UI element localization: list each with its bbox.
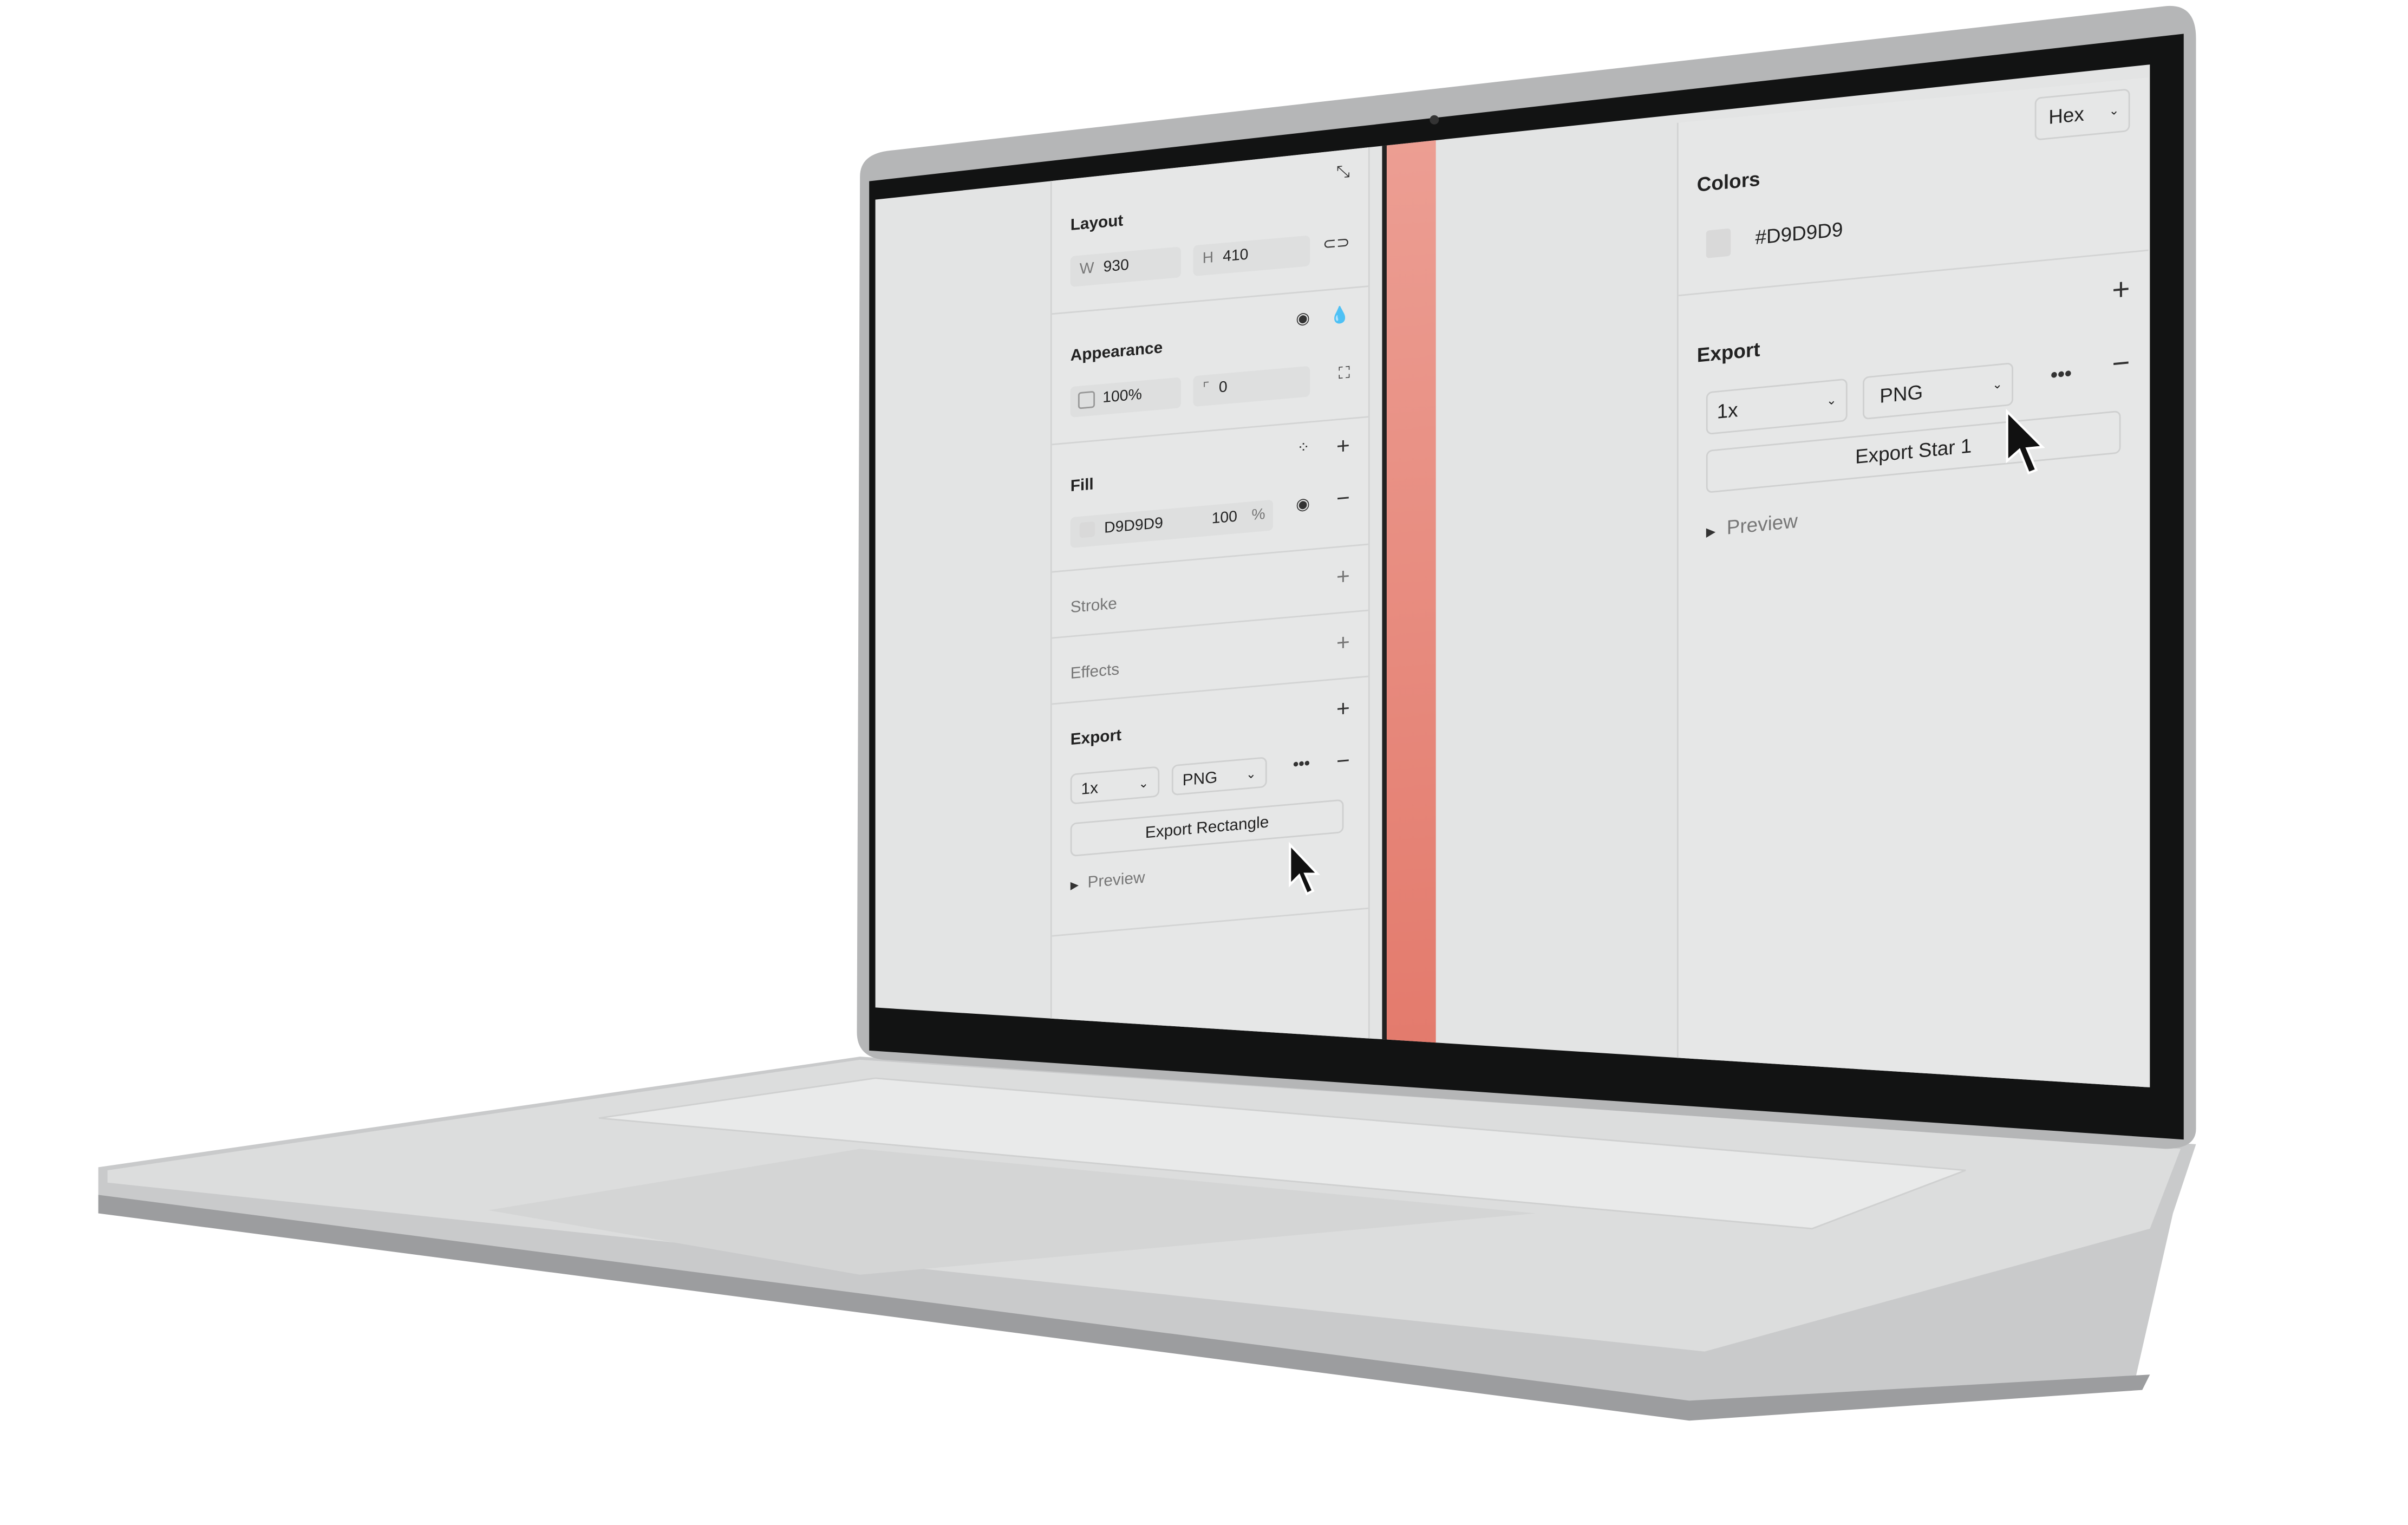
height-field[interactable]: H 410: [1193, 235, 1310, 277]
more-options-icon[interactable]: •••: [2051, 361, 2072, 386]
width-field[interactable]: W 930: [1070, 246, 1181, 287]
export-title: Export: [1070, 726, 1122, 750]
export-title: Export: [1696, 337, 1760, 367]
properties-panel-right: Hex ⌄ Colors #D9D9D9 + Export 1x ⌄ PNG ⌄ ••…: [1676, 77, 2149, 1087]
export-scale-select[interactable]: 1x ⌄: [1070, 766, 1160, 805]
export-section: Export + 1x ⌄ PNG ⌄ ••• − Export Rectangle…: [1052, 677, 1368, 937]
fill-color-field[interactable]: D9D9D9 100 %: [1070, 499, 1274, 549]
add-effect-icon[interactable]: +: [1336, 630, 1350, 657]
preview-toggle[interactable]: ▶ Preview: [1706, 509, 1798, 541]
fill-title: Fill: [1070, 475, 1094, 496]
disclosure-triangle-icon: ▶: [1070, 881, 1079, 892]
eye-icon[interactable]: ◉: [1296, 309, 1310, 329]
properties-panel-left: Layout ⤡ W 930 H 410 ⊂⊃ Appearance ◉ 💧 100…: [1050, 144, 1370, 1087]
drop-icon[interactable]: 💧: [1330, 305, 1350, 325]
chevron-down-icon: ⌄: [1245, 766, 1256, 782]
preview-toggle[interactable]: ▶ Preview: [1071, 869, 1145, 894]
add-stroke-icon[interactable]: +: [1336, 564, 1350, 591]
remove-export-icon[interactable]: −: [2112, 347, 2130, 382]
fill-opacity[interactable]: 100: [1212, 503, 1237, 536]
color-hex-value[interactable]: #D9D9D9: [1756, 218, 1843, 249]
color-format-select[interactable]: Hex ⌄: [2034, 88, 2130, 141]
colors-title: Colors: [1696, 167, 1760, 197]
export-format-select[interactable]: PNG ⌄: [1171, 757, 1267, 796]
add-export-icon[interactable]: +: [2112, 273, 2130, 309]
export-format-select[interactable]: PNG ⌄: [1863, 362, 2013, 420]
constrain-proportions-icon[interactable]: ⊂⊃: [1323, 233, 1350, 254]
fill-swatch: [1079, 522, 1095, 539]
chevron-down-icon: ⌄: [1138, 776, 1149, 791]
chevron-down-icon: ⌄: [1826, 393, 1837, 408]
add-fill-icon[interactable]: +: [1336, 433, 1350, 460]
remove-export-icon[interactable]: −: [1336, 748, 1350, 775]
more-options-icon[interactable]: •••: [1293, 754, 1310, 774]
mouse-cursor-icon: [1289, 842, 1321, 896]
export-scale-select[interactable]: 1x ⌄: [1706, 378, 1848, 435]
independent-corners-icon[interactable]: ⛶: [1339, 364, 1350, 383]
opacity-field[interactable]: 100%: [1070, 377, 1181, 418]
layout-title: Layout: [1070, 211, 1124, 235]
styles-icon[interactable]: ⁘: [1297, 440, 1310, 458]
fill-visibility-icon[interactable]: ◉: [1296, 495, 1310, 514]
chevron-down-icon: ⌄: [1992, 377, 2003, 392]
camera: [1430, 115, 1439, 125]
corner-radius-field[interactable]: ⌜ 0: [1193, 366, 1310, 407]
chevron-down-icon: ⌄: [2109, 103, 2119, 119]
remove-fill-icon[interactable]: −: [1336, 485, 1350, 512]
color-swatch[interactable]: [1706, 228, 1731, 258]
disclosure-triangle-icon: ▶: [1706, 524, 1716, 539]
export-section-right: + Export 1x ⌄ PNG ⌄ ••• − Export Star 1 ▶ …: [1679, 251, 2149, 542]
canvas-selection-stripe: [1386, 134, 1436, 1060]
mouse-cursor-icon: [2006, 408, 2045, 475]
appearance-title: Appearance: [1070, 338, 1163, 366]
collapse-icon[interactable]: ⤡: [1336, 162, 1350, 182]
add-export-icon[interactable]: +: [1336, 696, 1350, 723]
